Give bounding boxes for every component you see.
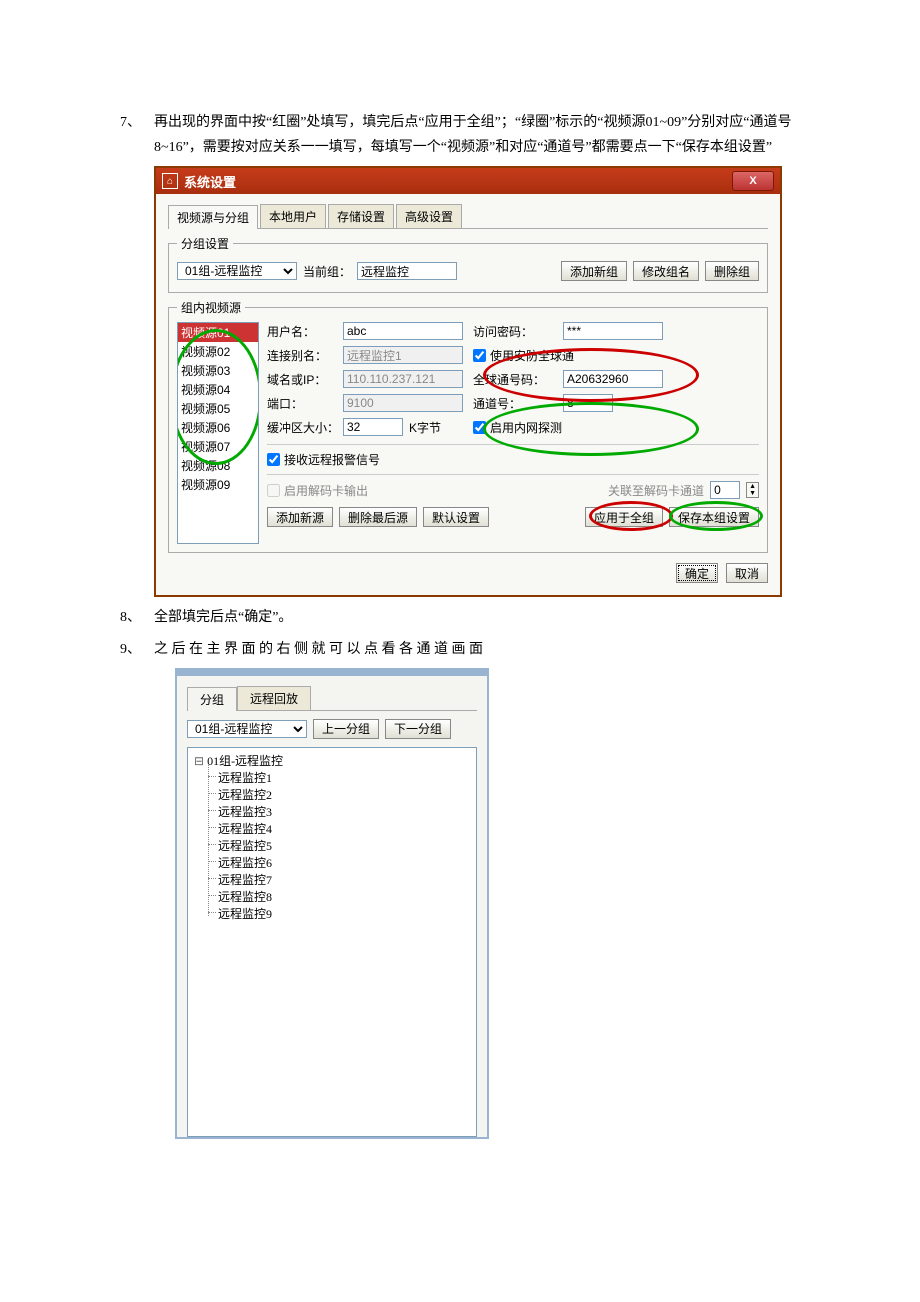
prev-group-button[interactable]: 上一分组 — [313, 719, 379, 739]
app-icon: ⌂ — [162, 173, 178, 189]
global-number-label: 全球通号码： — [473, 371, 553, 388]
spinner-icon[interactable]: ▲ ▼ — [746, 482, 759, 498]
username-label: 用户名： — [267, 323, 333, 340]
tree-leaf[interactable]: 远程监控9 — [218, 905, 470, 922]
port-label: 端口： — [267, 395, 333, 412]
buffer-label: 缓冲区大小： — [267, 419, 333, 436]
add-group-button[interactable]: 添加新组 — [561, 261, 627, 281]
tree-leaf[interactable]: 远程监控7 — [218, 871, 470, 888]
list-item[interactable]: 视频源01 — [178, 323, 258, 342]
ok-button[interactable]: 确定 — [676, 563, 718, 583]
instruction-8-num: 8、 — [120, 605, 154, 630]
group-combo[interactable]: 01组-远程监控 — [177, 262, 297, 280]
alias-label: 连接别名： — [267, 347, 333, 364]
tab-remote-playback[interactable]: 远程回放 — [237, 686, 311, 710]
current-group-label: 当前组： — [303, 263, 351, 280]
group-settings-fieldset: 分组设置 01组-远程监控 当前组： 添加新组 修改组名 删除组 — [168, 235, 768, 293]
list-item[interactable]: 视频源03 — [178, 361, 258, 380]
video-source-list[interactable]: 视频源01 视频源02 视频源03 视频源04 视频源05 视频源06 视频源0… — [177, 322, 259, 544]
tree-leaf[interactable]: 远程监控8 — [218, 888, 470, 905]
buffer-unit: K字节 — [409, 419, 441, 436]
buffer-field[interactable] — [343, 418, 403, 436]
domain-label: 域名或IP： — [267, 371, 333, 388]
password-field[interactable] — [563, 322, 663, 340]
system-settings-dialog: ⌂ 系统设置 X 视频源与分组 本地用户 存储设置 高级设置 分组设置 01组-… — [154, 166, 782, 597]
list-item[interactable]: 视频源06 — [178, 418, 258, 437]
decode-channel-label: 关联至解码卡通道 — [608, 482, 704, 499]
tab-storage[interactable]: 存储设置 — [328, 204, 394, 228]
add-source-button[interactable]: 添加新源 — [267, 507, 333, 527]
use-anfang-label: 使用安防全球通 — [490, 347, 574, 364]
tabs: 视频源与分组 本地用户 存储设置 高级设置 — [168, 204, 768, 229]
close-button[interactable]: X — [732, 171, 774, 191]
tab-advanced[interactable]: 高级设置 — [396, 204, 462, 228]
delete-last-source-button[interactable]: 删除最后源 — [339, 507, 417, 527]
instruction-9: 9、 之 后 在 主 界 面 的 右 侧 就 可 以 点 看 各 通 道 画 面 — [120, 637, 800, 662]
list-item[interactable]: 视频源07 — [178, 437, 258, 456]
tree-leaf[interactable]: 远程监控6 — [218, 854, 470, 871]
dialog-title: 系统设置 — [184, 172, 236, 191]
panel-group-combo[interactable]: 01组-远程监控 — [187, 720, 307, 738]
next-group-button[interactable]: 下一分组 — [385, 719, 451, 739]
tree-leaf[interactable]: 远程监控5 — [218, 837, 470, 854]
group-panel: 分组 远程回放 01组-远程监控 上一分组 下一分组 01组-远程监控 远程监控… — [175, 668, 489, 1139]
tab-group[interactable]: 分组 — [187, 687, 237, 711]
channel-tree[interactable]: 01组-远程监控 远程监控1 远程监控2 远程监控3 远程监控4 远程监控5 远… — [187, 747, 477, 1137]
instruction-7-text: 再出现的界面中按“红圈”处填写，填完后点“应用于全组”；“绿圈”标示的“视频源0… — [154, 110, 800, 160]
tree-leaf[interactable]: 远程监控2 — [218, 786, 470, 803]
intranet-label: 启用内网探测 — [490, 419, 562, 436]
domain-field — [343, 370, 463, 388]
group-sources-fieldset: 组内视频源 视频源01 视频源02 视频源03 视频源04 视频源05 视频源0… — [168, 299, 768, 553]
instruction-9-text: 之 后 在 主 界 面 的 右 侧 就 可 以 点 看 各 通 道 画 面 — [154, 637, 800, 662]
channel-label: 通道号： — [473, 395, 553, 412]
group-settings-legend: 分组设置 — [177, 235, 233, 252]
list-item[interactable]: 视频源08 — [178, 456, 258, 475]
rename-group-button[interactable]: 修改组名 — [633, 261, 699, 281]
tree-root[interactable]: 01组-远程监控 — [194, 752, 470, 769]
username-field[interactable] — [343, 322, 463, 340]
panel-tabs: 分组 远程回放 — [187, 686, 477, 711]
list-item[interactable]: 视频源02 — [178, 342, 258, 361]
default-settings-button[interactable]: 默认设置 — [423, 507, 489, 527]
list-item[interactable]: 视频源05 — [178, 399, 258, 418]
group-sources-legend: 组内视频源 — [177, 299, 245, 316]
use-anfang-checkbox[interactable] — [473, 349, 486, 362]
list-item[interactable]: 视频源04 — [178, 380, 258, 399]
password-label: 访问密码： — [473, 323, 553, 340]
receive-alarm-checkbox[interactable] — [267, 453, 280, 466]
tab-video-source[interactable]: 视频源与分组 — [168, 205, 258, 229]
instruction-7-num: 7、 — [120, 110, 154, 160]
instruction-7: 7、 再出现的界面中按“红圈”处填写，填完后点“应用于全组”；“绿圈”标示的“视… — [120, 110, 800, 160]
save-group-settings-button[interactable]: 保存本组设置 — [669, 507, 759, 527]
delete-group-button[interactable]: 删除组 — [705, 261, 759, 281]
instruction-9-num: 9、 — [120, 637, 154, 662]
receive-alarm-label: 接收远程报警信号 — [284, 451, 380, 468]
decode-channel-field[interactable] — [710, 481, 740, 499]
cancel-button[interactable]: 取消 — [726, 563, 768, 583]
global-number-field[interactable] — [563, 370, 663, 388]
current-group-field[interactable] — [357, 262, 457, 280]
decode-output-checkbox — [267, 484, 280, 497]
instruction-8-text: 全部填完后点“确定”。 — [154, 605, 800, 630]
decode-output-label: 启用解码卡输出 — [284, 482, 368, 499]
list-item[interactable]: 视频源09 — [178, 475, 258, 494]
tab-local-user[interactable]: 本地用户 — [260, 204, 326, 228]
intranet-checkbox[interactable] — [473, 421, 486, 434]
titlebar: ⌂ 系统设置 X — [156, 168, 780, 194]
tree-leaf[interactable]: 远程监控3 — [218, 803, 470, 820]
instruction-8: 8、 全部填完后点“确定”。 — [120, 605, 800, 630]
channel-field[interactable] — [563, 394, 613, 412]
port-field — [343, 394, 463, 412]
alias-field — [343, 346, 463, 364]
tree-leaf[interactable]: 远程监控4 — [218, 820, 470, 837]
tree-leaf[interactable]: 远程监控1 — [218, 769, 470, 786]
apply-to-group-button[interactable]: 应用于全组 — [585, 507, 663, 527]
